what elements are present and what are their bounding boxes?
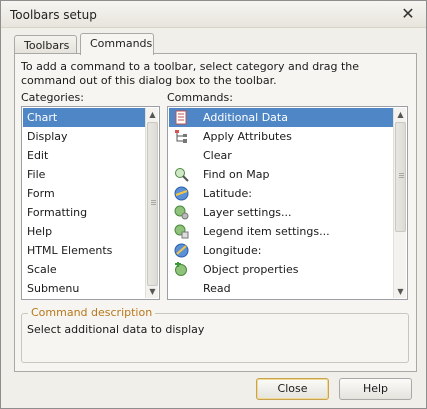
command-item-label: Additional Data [203, 111, 288, 124]
tab-commands[interactable]: Commands [80, 33, 154, 55]
category-item[interactable]: HTML Elements [23, 241, 145, 260]
category-item[interactable]: Scale [23, 260, 145, 279]
scroll-down-arrow-icon[interactable]: ▼ [394, 285, 407, 298]
find-on-map-icon [174, 167, 189, 182]
command-item[interactable]: Layer settings... [169, 203, 393, 222]
command-description-legend: Command description [28, 306, 156, 319]
category-item[interactable]: Edit [23, 146, 145, 165]
commands-list[interactable]: Additional Data Apply Attributes Clear Find… [167, 106, 408, 300]
command-item[interactable]: Legend item settings... [169, 222, 393, 241]
command-item[interactable]: Additional Data [169, 108, 393, 127]
command-item-label: Object properties [203, 263, 299, 276]
command-item-label: Latitude: [203, 187, 252, 200]
window-title: Toolbars setup [10, 8, 97, 22]
latitude-icon [174, 186, 189, 201]
category-item[interactable]: Chart [23, 108, 145, 127]
category-item[interactable]: Formatting [23, 203, 145, 222]
scroll-thumb[interactable] [147, 122, 158, 286]
help-button[interactable]: Help [339, 378, 412, 400]
command-item[interactable]: Clear [169, 146, 393, 165]
command-item[interactable]: Read [169, 279, 393, 298]
apply-attributes-icon [174, 129, 189, 144]
categories-scrollbar[interactable]: ▲ ▼ [145, 108, 158, 298]
command-item-label: Layer settings... [203, 206, 292, 219]
command-item-label: Legend item settings... [203, 225, 330, 238]
scroll-thumb[interactable] [395, 122, 406, 232]
close-window-icon[interactable]: ✕ [398, 4, 418, 24]
category-item[interactable]: Help [23, 222, 145, 241]
toolbars-setup-dialog: Toolbars setup ✕ Toolbars Commands To ad… [0, 0, 427, 409]
command-item[interactable]: Find on Map [169, 165, 393, 184]
tab-toolbars[interactable]: Toolbars [14, 35, 77, 54]
layer-settings-icon [174, 205, 189, 220]
title-bar[interactable]: Toolbars setup ✕ [1, 1, 426, 28]
commands-label: Commands: [167, 91, 233, 104]
instructions-text: To add a command to a toolbar, select ca… [21, 60, 360, 87]
scroll-up-arrow-icon[interactable]: ▲ [146, 108, 159, 121]
object-properties-icon [174, 261, 189, 277]
scroll-up-arrow-icon[interactable]: ▲ [394, 108, 407, 121]
legend-settings-icon [174, 224, 189, 239]
command-item-label: Read [203, 282, 231, 295]
commands-scrollbar[interactable]: ▲ ▼ [393, 108, 406, 298]
category-item[interactable]: Form [23, 184, 145, 203]
command-description-text: Select additional data to display [27, 323, 205, 336]
categories-list[interactable]: Chart Display Edit File Form Formatting Help HT… [21, 106, 160, 300]
additional-data-icon [174, 110, 189, 125]
command-item[interactable]: Object properties [169, 260, 393, 279]
scroll-down-arrow-icon[interactable]: ▼ [146, 285, 159, 298]
command-item[interactable]: Apply Attributes [169, 127, 393, 146]
command-item-label: Clear [203, 149, 232, 162]
command-item-label: Apply Attributes [203, 130, 292, 143]
command-item[interactable]: Longitude: [169, 241, 393, 260]
categories-label: Categories: [21, 91, 84, 104]
command-description-group [21, 313, 409, 363]
command-item-label: Longitude: [203, 244, 262, 257]
category-item[interactable]: File [23, 165, 145, 184]
category-item[interactable]: Submenu [23, 279, 145, 298]
category-item[interactable]: Display [23, 127, 145, 146]
command-item-label: Find on Map [203, 168, 270, 181]
command-item[interactable]: Latitude: [169, 184, 393, 203]
close-button[interactable]: Close [256, 378, 329, 400]
longitude-icon [174, 243, 189, 258]
